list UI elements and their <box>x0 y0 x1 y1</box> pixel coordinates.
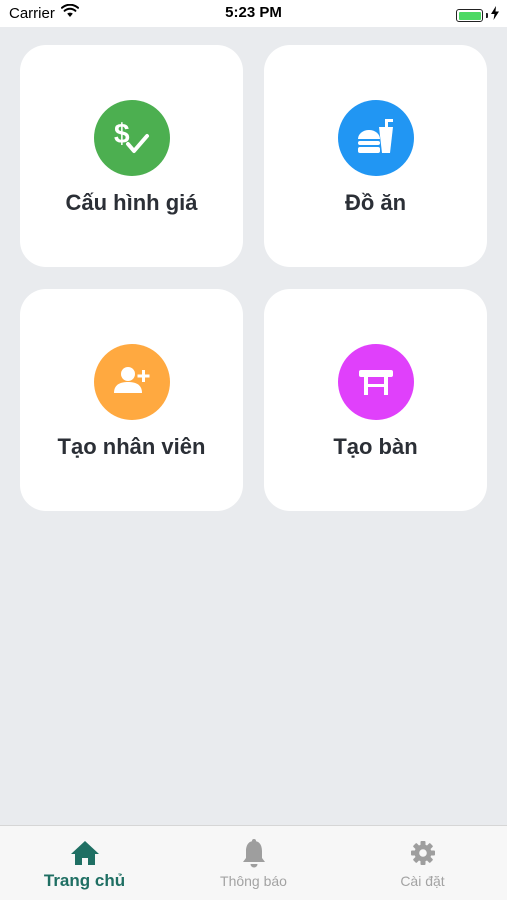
price-config-icon: $ <box>93 100 170 176</box>
charging-bolt-icon <box>491 6 499 25</box>
bottom-tab-bar: Trang chủ Thông báo Cài đặt <box>0 825 507 900</box>
menu-grid: $ Cấu hình giá Đồ ăn Tạo nhân viên Tạo b… <box>20 45 487 511</box>
add-user-icon <box>93 344 170 420</box>
tab-notifications-label: Thông báo <box>220 873 287 889</box>
food-drink-icon <box>337 100 414 176</box>
status-time: 5:23 PM <box>225 4 282 21</box>
status-right <box>456 6 499 25</box>
tile-label-food: Đồ ăn <box>344 190 407 215</box>
tab-notifications[interactable]: Thông báo <box>169 826 338 900</box>
tile-price-config[interactable]: $ Cấu hình giá <box>20 45 243 267</box>
status-bar: Carrier 5:23 PM <box>0 0 507 27</box>
tile-create-table[interactable]: Tạo bàn <box>264 289 487 511</box>
bell-icon <box>241 838 267 868</box>
gear-icon <box>409 838 437 868</box>
tab-home-label: Trang chủ <box>43 871 126 890</box>
tile-food[interactable]: Đồ ăn <box>264 45 487 267</box>
battery-icon <box>456 9 483 22</box>
tile-label-create-staff: Tạo nhân viên <box>57 434 206 459</box>
table-icon <box>337 344 414 420</box>
tab-settings[interactable]: Cài đặt <box>338 826 507 900</box>
tab-settings-label: Cài đặt <box>400 873 445 889</box>
tile-label-price-config: Cấu hình giá <box>65 190 198 215</box>
battery-tip <box>486 13 488 18</box>
tile-create-staff[interactable]: Tạo nhân viên <box>20 289 243 511</box>
tab-home[interactable]: Trang chủ <box>0 826 169 900</box>
home-icon <box>69 838 101 868</box>
tile-label-create-table: Tạo bàn <box>333 434 418 459</box>
